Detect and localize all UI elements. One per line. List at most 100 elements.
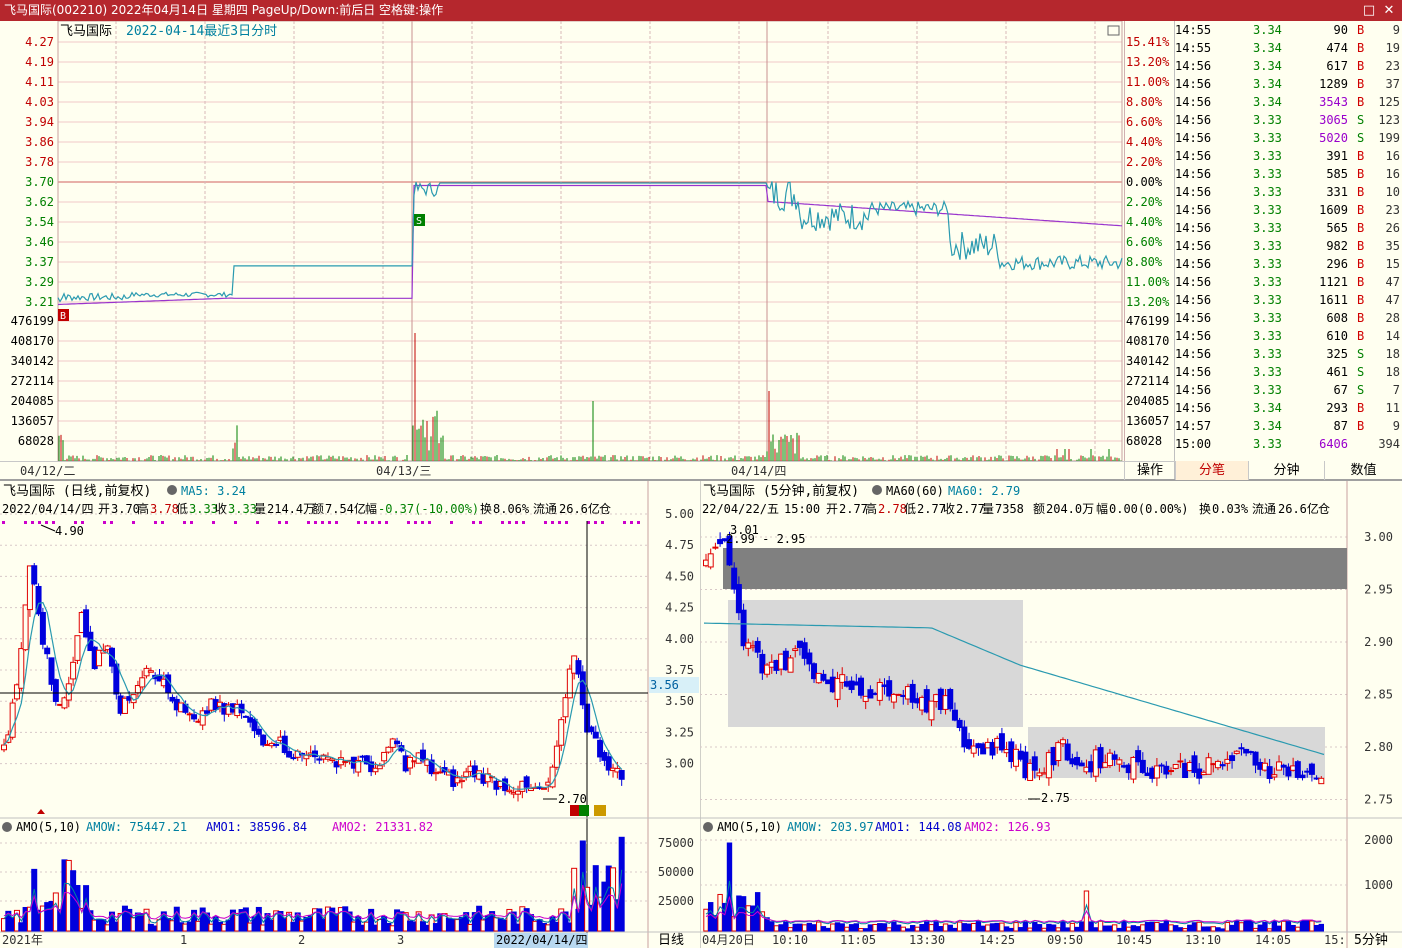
signal-dot — [103, 521, 106, 524]
amo-label: AMO1: 144.08 — [875, 820, 962, 834]
amo-bar — [1149, 921, 1155, 932]
x-label: 13:10 — [1185, 933, 1221, 947]
table-row[interactable]: 14:56 3.33 67 S 7 — [1175, 381, 1402, 399]
chart-title: 飞马国际 (5分钟,前复权) — [703, 483, 859, 499]
amo-label: AMO1: 38596.84 — [206, 820, 307, 834]
amo-bar — [1097, 920, 1104, 932]
amo-bar — [1182, 928, 1188, 932]
tick-side: B — [1357, 221, 1365, 235]
table-row[interactable]: 14:55 3.34 90 B 9 — [1175, 21, 1402, 39]
table-row[interactable]: 14:56 3.33 608 B 28 — [1175, 309, 1402, 327]
amo-bar — [1154, 921, 1160, 932]
candle-body — [588, 726, 595, 733]
signal-dot — [45, 521, 48, 524]
tab-ops[interactable]: 操作 — [1124, 461, 1175, 480]
candle-body — [523, 776, 530, 788]
candle-body — [1064, 743, 1071, 761]
amo-tick: 25000 — [658, 894, 694, 908]
amo-bar — [1172, 925, 1179, 932]
table-row[interactable]: 14:56 3.34 3543 B 125 — [1175, 93, 1402, 111]
info-field: 2.77 — [839, 502, 868, 516]
close-icon[interactable]: ✕ — [1378, 0, 1400, 21]
amo-bar — [816, 921, 822, 932]
date-label-3: 04/14/四 — [731, 464, 787, 478]
table-row[interactable]: 15:00 3.33 6406 394 — [1175, 435, 1402, 453]
tab-numbers[interactable]: 数值 — [1324, 461, 1402, 480]
candle-body — [787, 657, 794, 673]
amo-bar — [928, 924, 935, 932]
amo-bar — [1285, 921, 1292, 932]
tick-volume: 87 — [1333, 419, 1348, 433]
candle-body — [108, 647, 115, 667]
vol-tick: 272114 — [11, 374, 54, 388]
tick-time: 14:56 — [1175, 347, 1212, 361]
table-row[interactable]: 14:56 3.33 325 S 18 — [1175, 345, 1402, 363]
tab-ticks[interactable]: 分笔 — [1175, 461, 1248, 480]
amo-bar — [745, 905, 751, 932]
table-row[interactable]: 14:55 3.34 474 B 19 — [1175, 39, 1402, 57]
table-row[interactable]: 14:56 3.33 585 B 16 — [1175, 165, 1402, 183]
table-row[interactable]: 14:56 3.33 565 B 26 — [1175, 219, 1402, 237]
table-row[interactable]: 14:56 3.33 331 B 10 — [1175, 183, 1402, 201]
tick-volume: 610 — [1326, 329, 1348, 343]
amo-bar — [952, 927, 958, 932]
minute5-kline-chart[interactable]: 飞马国际 (5分钟,前复权) MA60(60) MA60: 2.79 22/04/22… — [700, 481, 1402, 948]
amo-bar — [801, 924, 808, 932]
candle-body — [712, 546, 719, 549]
flag-icon — [570, 805, 580, 816]
table-row[interactable]: 14:56 3.33 1121 B 47 — [1175, 273, 1402, 291]
amo-bar — [1079, 921, 1085, 932]
amo-bar — [947, 924, 953, 932]
table-row[interactable]: 14:56 3.33 461 S 18 — [1175, 363, 1402, 381]
candle-body — [820, 673, 827, 681]
tick-price: 3.33 — [1253, 293, 1282, 307]
amo-bar — [881, 923, 888, 932]
x-label: 14:05 — [1255, 933, 1291, 947]
candle-body — [463, 771, 470, 778]
signal-dot — [551, 521, 554, 524]
table-row[interactable]: 14:56 3.33 391 B 16 — [1175, 147, 1402, 165]
pct-tick: 11.00% — [1126, 275, 1170, 289]
table-row[interactable]: 14:56 3.34 293 B 11 — [1175, 399, 1402, 417]
tick-time: 14:56 — [1175, 185, 1212, 199]
tick-price: 3.34 — [1253, 41, 1282, 55]
amo-bar — [839, 923, 845, 932]
price-tick: 2.90 — [1364, 635, 1393, 649]
tick-count: 18 — [1385, 347, 1400, 361]
window-title-bar: 飞马国际(002210) 2022年04月14日 星期四 PageUp/Down… — [0, 0, 1402, 21]
info-field: 0.03% — [1212, 502, 1249, 516]
price-tick: 4.11 — [25, 75, 54, 89]
table-row[interactable]: 14:56 3.33 982 B 35 — [1175, 237, 1402, 255]
price-tick: 4.75 — [665, 538, 694, 552]
restore-icon[interactable]: □ — [1358, 0, 1380, 21]
tab-minute[interactable]: 分钟 — [1248, 461, 1324, 480]
table-row[interactable]: 14:56 3.33 1611 B 47 — [1175, 291, 1402, 309]
table-row[interactable]: 14:56 3.33 296 B 15 — [1175, 255, 1402, 273]
pct-tick: 15.41% — [1126, 35, 1170, 49]
table-row[interactable]: 14:56 3.33 5020 S 199 — [1175, 129, 1402, 147]
table-row[interactable]: 14:56 3.34 1289 B 37 — [1175, 75, 1402, 93]
amo-bar — [966, 923, 972, 932]
table-row[interactable]: 14:56 3.33 1609 B 23 — [1175, 201, 1402, 219]
tick-side: B — [1357, 59, 1365, 73]
tick-count: 15 — [1385, 257, 1400, 271]
tick-price: 3.33 — [1253, 329, 1282, 343]
table-row[interactable]: 14:56 3.33 3065 S 123 — [1175, 111, 1402, 129]
amo-bar — [1017, 927, 1024, 932]
table-row[interactable]: 14:56 3.33 610 B 14 — [1175, 327, 1402, 345]
candle-body — [579, 671, 586, 706]
flag-icon — [579, 805, 589, 816]
ticks-table[interactable]: 14:55 3.34 90 B 9 14:55 3.34 474 B 19 14:56 3.34 617… — [1175, 21, 1402, 461]
axis-line — [1124, 21, 1125, 461]
table-row[interactable]: 14:57 3.34 87 B 9 — [1175, 417, 1402, 435]
tick-price: 3.33 — [1253, 275, 1282, 289]
cursor-price: 3.56 — [650, 678, 679, 692]
candle-body — [1299, 774, 1306, 779]
tick-side: S — [1357, 383, 1365, 397]
vol-tick: 68028 — [1126, 434, 1162, 448]
x-label: 2022/04/14/四 — [496, 933, 587, 947]
daily-kline-chart[interactable]: 飞马国际 (日线,前复权) MA5: 3.242022/04/14/四开 3.70高… — [0, 481, 700, 948]
amo-label: AMO2: 126.93 — [964, 820, 1051, 834]
amo-bar — [933, 921, 939, 932]
table-row[interactable]: 14:56 3.34 617 B 23 — [1175, 57, 1402, 75]
